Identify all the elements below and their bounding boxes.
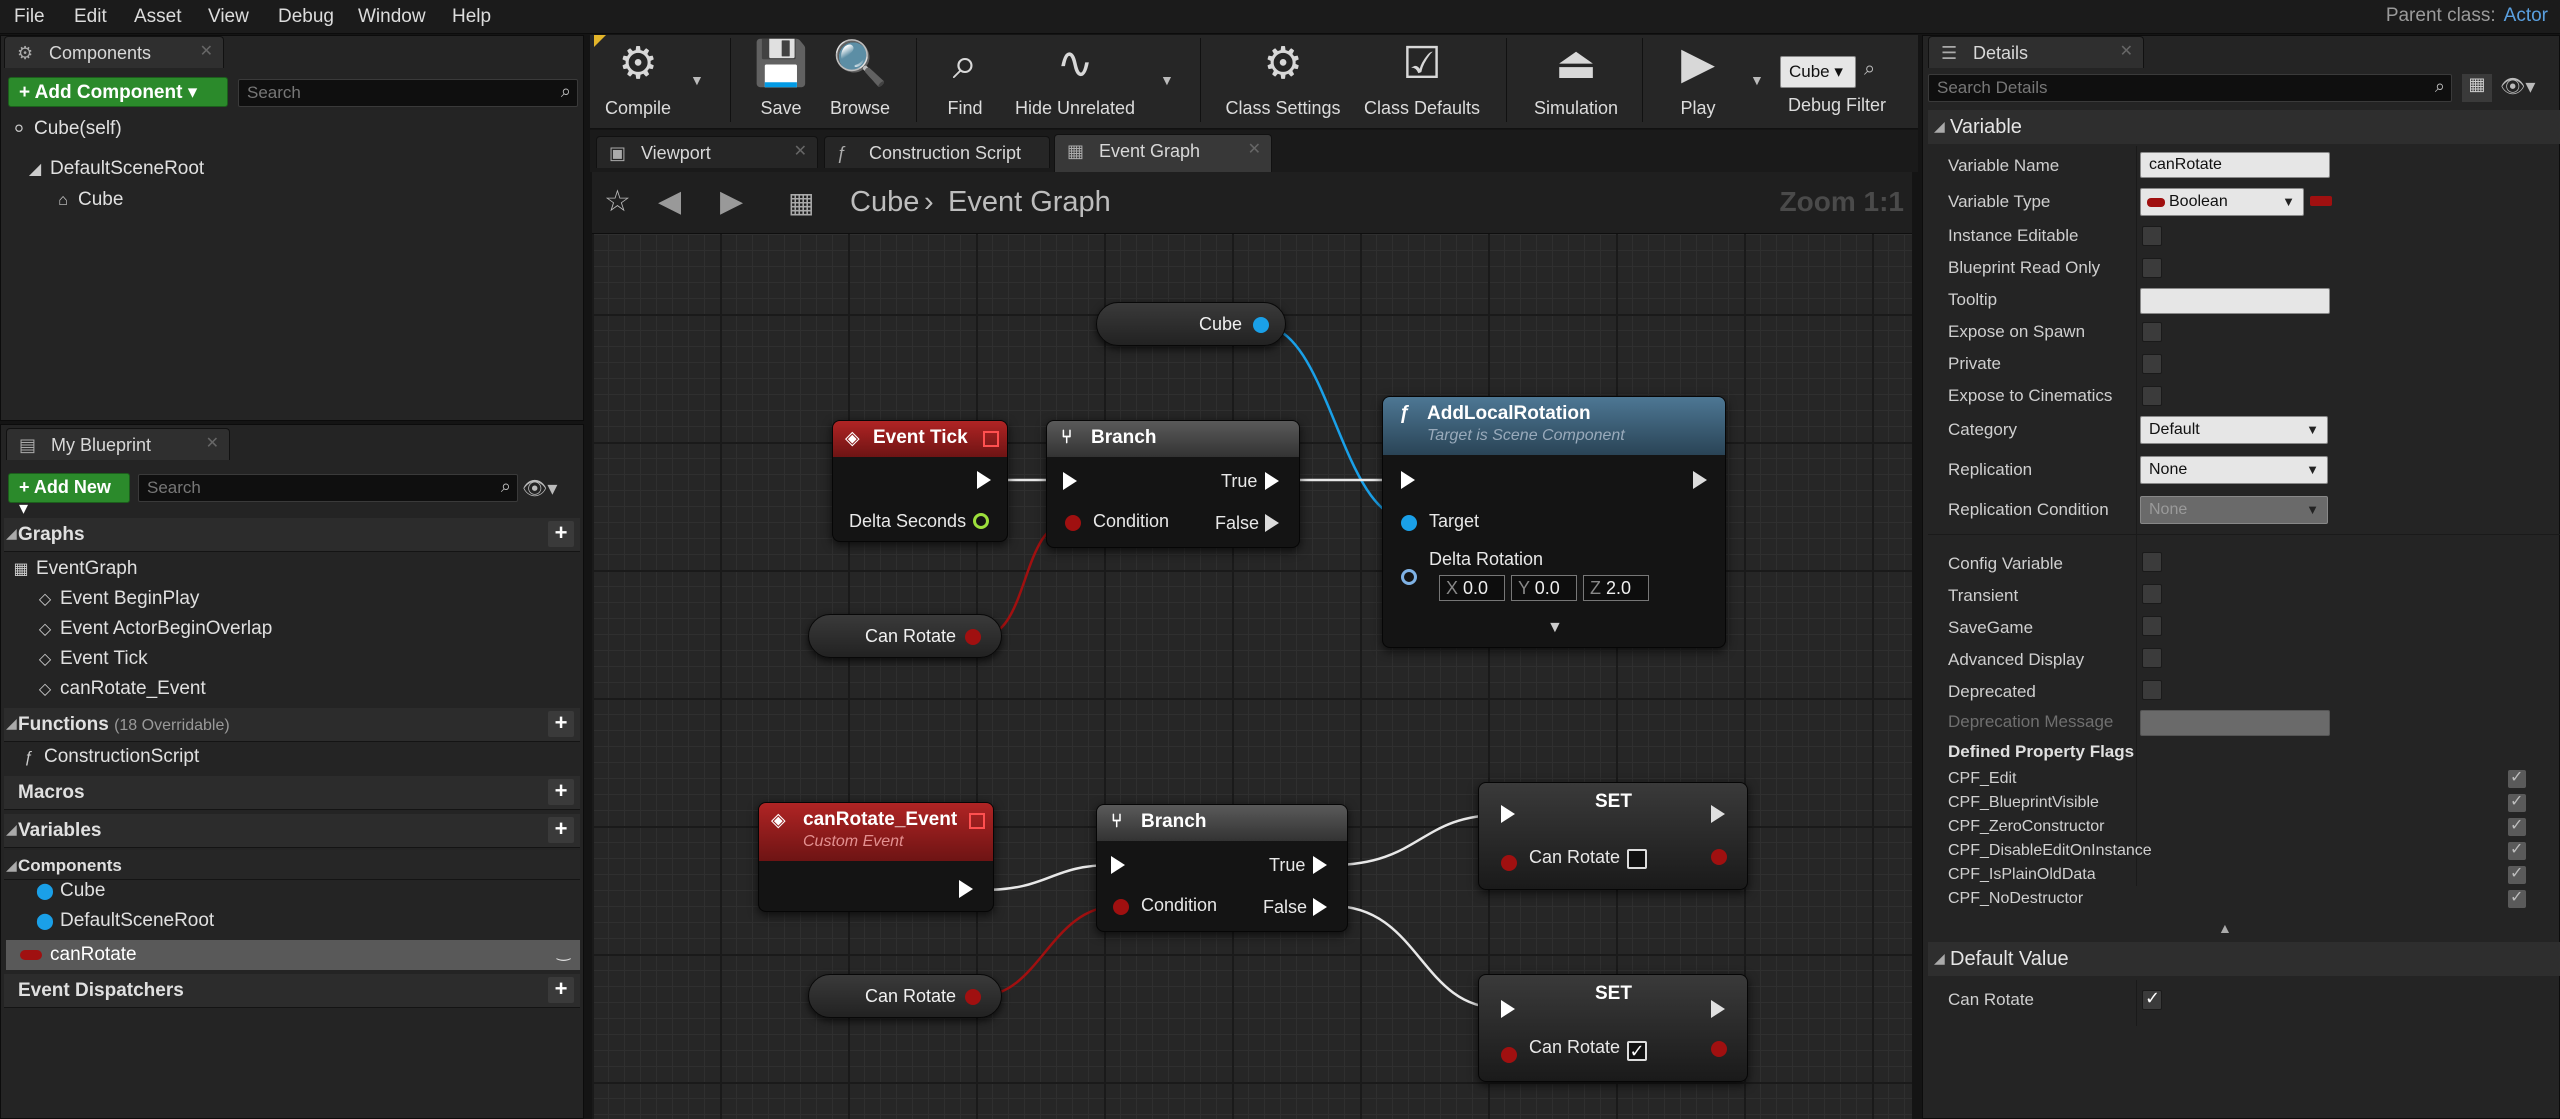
close-icon[interactable]: ✕ [2120,41,2133,61]
branch1-true-pin[interactable] [1265,472,1279,490]
replication-condition-select[interactable]: None [2140,496,2328,524]
variable-name-input[interactable]: canRotate [2140,152,2330,178]
tab-details[interactable]: ☰ Details ✕ [1928,36,2144,68]
canrotate-custom-event-node[interactable]: ◈ canRotate_Event Custom Event [758,802,994,912]
instance-editable-checkbox[interactable] [2142,226,2162,246]
set2-exec-in-pin[interactable] [1501,1000,1515,1018]
details-search-input[interactable]: Search Details ⌕ [1928,74,2452,102]
delta-y-input[interactable]: Y 0.0 [1511,575,1577,601]
delta-rotation-pin[interactable] [1401,569,1417,585]
set2-value-checkbox[interactable]: ✓ [1627,1041,1647,1061]
blueprint-read-only-checkbox[interactable] [2142,258,2162,278]
delegate-pin[interactable] [969,813,985,829]
container-type-icon[interactable] [2310,196,2332,206]
tooltip-input[interactable] [2140,288,2330,314]
view-options-icon[interactable]: 👁▾ [2500,74,2535,99]
branch-node-1[interactable]: ⑂ Branch True Condition False [1046,420,1300,548]
set2-output-pin[interactable] [1711,1041,1727,1057]
cube-variable-node[interactable]: Cube [1096,302,1286,346]
branch1-condition-pin[interactable] [1065,515,1081,531]
branch2-true-pin[interactable] [1313,856,1327,874]
flag-cpf-nodestructor-checkbox [2508,887,2526,908]
branch2-condition-pin[interactable] [1113,899,1129,915]
replication-select[interactable]: None [2140,456,2328,484]
deprecation-message-input [2140,710,2330,736]
variable-section[interactable]: ◢ Variable [1928,110,2560,144]
default-value-section[interactable]: ◢ Default Value [1928,942,2560,976]
transient-checkbox[interactable] [2142,584,2162,604]
set1-output-pin[interactable] [1711,849,1727,865]
event-diamond-icon: ◈ [845,428,860,449]
rotation-exec-out-pin[interactable] [1693,471,1707,489]
set1-value-checkbox[interactable] [1627,849,1647,869]
branch-node-2[interactable]: ⑂ Branch True Condition False [1096,804,1348,932]
flag-cpf-edit-checkbox [2508,767,2526,788]
bool-type-icon [2147,198,2165,207]
set2-exec-out-pin[interactable] [1711,1000,1725,1018]
set1-exec-in-pin[interactable] [1501,805,1515,823]
delta-seconds-pin[interactable] [973,513,989,529]
rotation-exec-in-pin[interactable] [1401,471,1415,489]
cube-output-pin[interactable] [1253,317,1269,333]
config-variable-checkbox[interactable] [2142,552,2162,572]
defined-property-flags-label: Defined Property Flags [1948,742,2135,761]
set2-value-pin[interactable] [1501,1047,1517,1063]
wire-true-set1 [1331,813,1501,867]
delta-z-input[interactable]: Z 2.0 [1583,575,1649,601]
wire-event-branch2 [981,863,1113,892]
expose-to-cinematics-checkbox[interactable] [2142,386,2162,406]
expose-on-spawn-checkbox[interactable] [2142,322,2162,342]
can-rotate-getter-2[interactable]: Can Rotate [808,974,1002,1018]
default-can-rotate-checkbox[interactable] [2142,988,2162,1010]
details-icon: ☰ [1941,43,1958,63]
branch-icon: ⑂ [1061,427,1073,448]
collapse-advanced-icon[interactable]: ▲ [2218,920,2232,936]
branch-icon: ⑂ [1111,811,1123,832]
can-rotate-1-output-pin[interactable] [965,629,981,645]
category-select[interactable]: Default [2140,416,2328,444]
event-tick-node[interactable]: ◈ Event Tick Delta Seconds [832,420,1008,542]
delegate-pin[interactable] [983,431,999,447]
node-subtitle: Custom Event [803,833,904,850]
can-rotate-2-output-pin[interactable] [965,989,981,1005]
deprecated-checkbox[interactable] [2142,680,2162,700]
savegame-checkbox[interactable] [2142,616,2162,636]
search-icon: ⌕ [2434,76,2445,96]
flag-cpf-disableeditoninstance-checkbox [2508,839,2526,860]
flag-cpf-isplainolddata-checkbox [2508,863,2526,884]
event-diamond-icon: ◈ [771,810,786,831]
flag-cpf-blueprintvisible-checkbox [2508,791,2526,812]
flag-cpf-zeroconstructor-checkbox [2508,815,2526,836]
set1-value-pin[interactable] [1501,855,1517,871]
set1-exec-out-pin[interactable] [1711,805,1725,823]
expand-arrow-icon[interactable]: ▼ [1547,619,1563,637]
property-matrix-icon[interactable]: ▦ [2462,74,2492,102]
branch1-exec-in-pin[interactable] [1063,472,1077,490]
custom-event-exec-out-pin[interactable] [959,880,973,898]
branch2-exec-in-pin[interactable] [1111,856,1125,874]
private-checkbox[interactable] [2142,354,2162,374]
set-node-2[interactable]: SET Can Rotate ✓ [1478,974,1748,1082]
variable-type-select[interactable]: Boolean [2140,188,2304,216]
branch2-false-pin[interactable] [1313,898,1327,916]
advanced-display-checkbox[interactable] [2142,648,2162,668]
set-node-1[interactable]: SET Can Rotate [1478,782,1748,890]
tick-exec-out-pin[interactable] [977,471,991,489]
branch1-false-pin[interactable] [1265,514,1279,532]
wire-false-set2 [1331,904,1501,1010]
can-rotate-getter-1[interactable]: Can Rotate [808,614,1002,658]
node-subtitle: Target is Scene Component [1427,427,1625,444]
target-pin[interactable] [1401,515,1417,531]
add-local-rotation-node[interactable]: ƒ AddLocalRotation Target is Scene Compo… [1382,396,1726,648]
function-icon: ƒ [1399,403,1410,424]
delta-x-input[interactable]: X 0.0 [1439,575,1505,601]
